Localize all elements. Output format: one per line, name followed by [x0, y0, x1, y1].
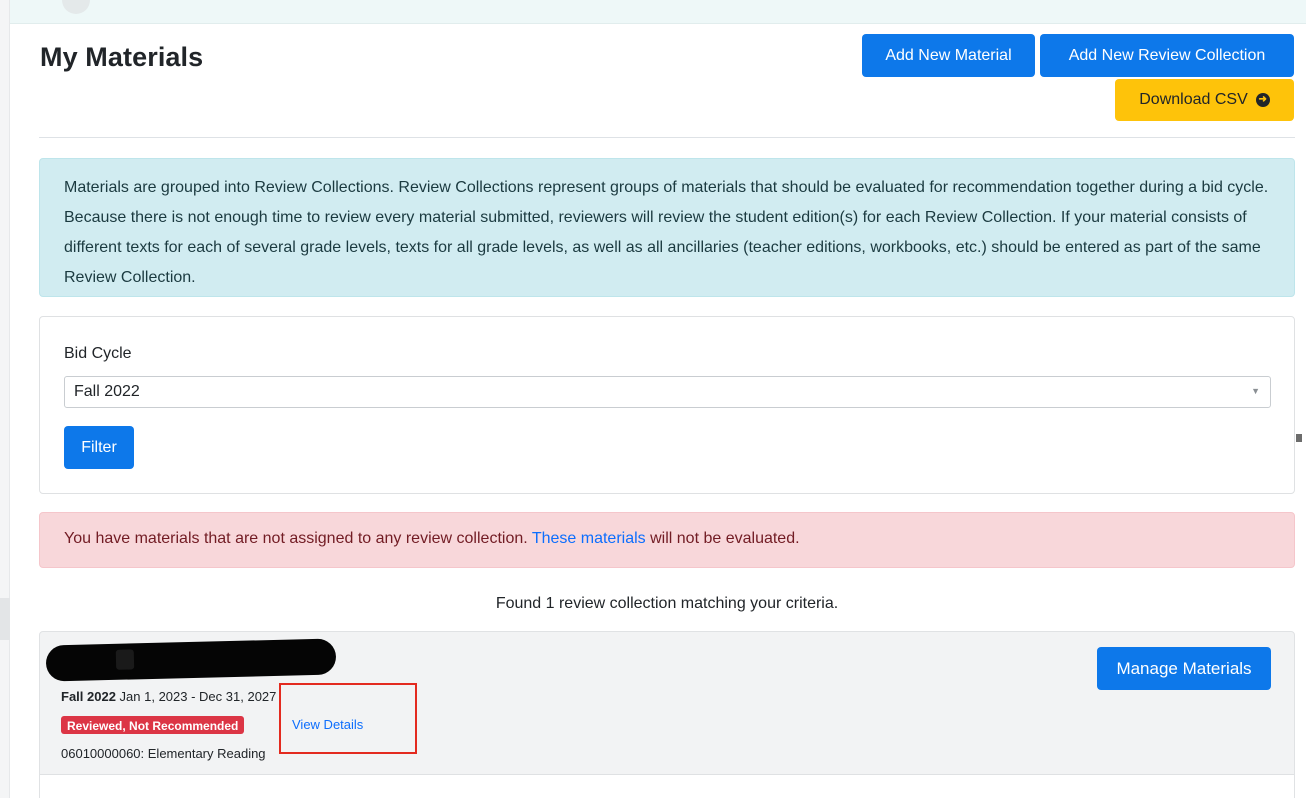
manage-materials-button[interactable]: Manage Materials [1097, 647, 1271, 690]
alert-text-before: You have materials that are not assigned… [64, 530, 532, 547]
collection-dates: Fall 2022 Jan 1, 2023 - Dec 31, 2027 [61, 689, 276, 704]
download-csv-button[interactable]: Download CSV ➜ [1115, 79, 1294, 121]
collection-cycle: Fall 2022 [61, 689, 116, 704]
card-footer [40, 775, 1294, 798]
chevron-down-icon: ▼ [1251, 386, 1260, 396]
add-new-material-button[interactable]: Add New Material [862, 34, 1035, 77]
alert-text-after: will not be evaluated. [645, 530, 800, 547]
collection-date-range: Jan 1, 2023 - Dec 31, 2027 [115, 689, 277, 704]
status-badge: Reviewed, Not Recommended [61, 716, 245, 734]
download-csv-label: Download CSV [1139, 91, 1248, 108]
annotation-highlight-box [279, 683, 417, 754]
add-new-review-collection-button[interactable]: Add New Review Collection [1040, 34, 1294, 77]
left-sidebar-edge [0, 0, 10, 798]
bid-cycle-select[interactable]: Fall 2022 ▼ [64, 376, 1271, 408]
arrow-circle-right-icon: ➜ [1255, 93, 1270, 107]
header-divider [39, 137, 1295, 138]
avatar [62, 0, 90, 14]
review-collection-card: Manage Materials Fall 2022 Jan 1, 2023 -… [39, 631, 1295, 798]
page-title: My Materials [40, 42, 204, 72]
bid-cycle-label: Bid Cycle [64, 345, 132, 362]
redacted-collection-name [45, 638, 337, 682]
these-materials-link[interactable]: These materials [532, 530, 646, 547]
filter-card: Bid Cycle Fall 2022 ▼ Filter [39, 316, 1295, 494]
collection-code: 06010000060: Elementary Reading [61, 746, 266, 761]
resize-handle[interactable] [1296, 434, 1302, 442]
top-nav-bar [10, 0, 1306, 24]
unassigned-materials-alert: You have materials that are not assigned… [39, 512, 1295, 568]
filter-button[interactable]: Filter [64, 426, 134, 469]
bid-cycle-selected-value: Fall 2022 [74, 383, 140, 400]
results-summary: Found 1 review collection matching your … [495, 595, 839, 612]
info-alert-text: Materials are grouped into Review Collec… [64, 179, 1269, 286]
sidebar-handle [0, 598, 10, 640]
info-alert: Materials are grouped into Review Collec… [39, 158, 1295, 297]
